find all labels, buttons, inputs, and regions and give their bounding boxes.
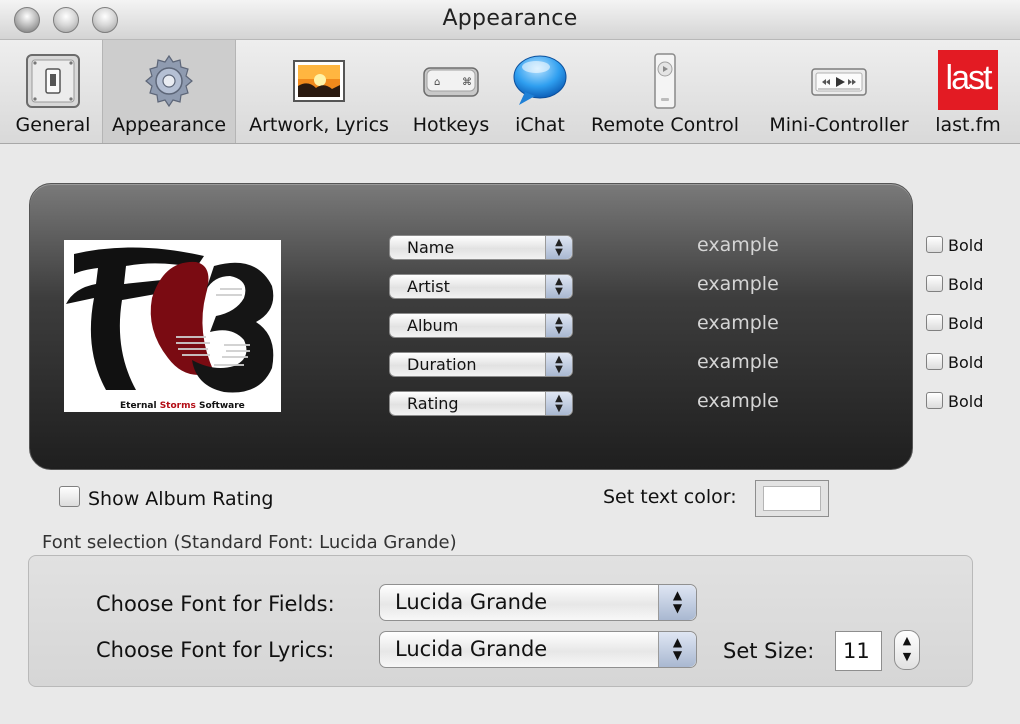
stepper-down-icon[interactable]: ▼ — [903, 650, 911, 663]
tab-general-label: General — [15, 114, 91, 136]
field-popup-2-value: Artist — [407, 277, 450, 296]
chevron-updown-icon: ▲ ▼ — [545, 236, 572, 259]
artwork-caption-software: Software — [196, 401, 245, 411]
fields-font-label: Choose Font for Fields: — [96, 592, 335, 616]
field-example-4: example — [697, 351, 779, 373]
fields-font-popup[interactable]: Lucida Grande ▲ ▼ — [379, 584, 697, 621]
tab-mini-controller[interactable]: Mini-Controller — [756, 40, 922, 143]
keyboard-icon: ⌂ ⌘ — [423, 67, 479, 97]
fields-font-value: Lucida Grande — [395, 590, 548, 614]
field-example-2: example — [697, 273, 779, 295]
tab-artwork-lyrics[interactable]: Artwork, Lyrics — [240, 40, 398, 143]
chevron-updown-icon: ▲ ▼ — [658, 585, 696, 620]
set-size-label: Set Size: — [723, 639, 815, 663]
tab-lastfm-label: last.fm — [935, 114, 1001, 136]
show-album-rating-checkbox[interactable]: Show Album Rating — [59, 486, 274, 510]
tab-artwork-lyrics-label: Artwork, Lyrics — [249, 114, 389, 136]
text-color-well[interactable] — [755, 480, 829, 517]
field-popup-3-value: Album — [407, 316, 459, 335]
mini-controller-icon — [811, 68, 867, 96]
field-popup-4-value: Duration — [407, 355, 477, 374]
artwork-icon — [293, 60, 345, 102]
tab-remote-control[interactable]: Remote Control — [580, 40, 750, 143]
bold-checkbox-3[interactable]: Bold — [926, 314, 983, 333]
bold-checkbox-4[interactable]: Bold — [926, 353, 983, 372]
svg-text:⌘: ⌘ — [462, 77, 472, 88]
set-text-color-label: Set text color: — [603, 486, 737, 508]
chevron-updown-icon: ▲ ▼ — [658, 632, 696, 667]
field-popup-2[interactable]: Artist ▲ ▼ — [389, 274, 573, 299]
chevron-updown-icon: ▲ ▼ — [545, 314, 572, 337]
switch-icon — [26, 54, 80, 108]
bold-checkbox-5[interactable]: Bold — [926, 392, 983, 411]
font-selection-label: Font selection (Standard Font: Lucida Gr… — [42, 532, 457, 553]
tab-ichat[interactable]: iChat — [504, 40, 576, 143]
lastfm-icon: last — [938, 50, 998, 110]
remote-icon — [654, 53, 676, 109]
eternal-storms-logo: Eternal Storms Software — [66, 247, 274, 411]
tab-appearance-label: Appearance — [111, 114, 227, 136]
artwork-caption-eternal: Eternal — [120, 401, 160, 411]
lastfm-logo-text: last — [945, 59, 993, 97]
speech-bubble-icon — [513, 55, 567, 105]
field-popup-1-value: Name — [407, 238, 455, 257]
field-example-5: example — [697, 390, 779, 412]
field-popup-5-value: Rating — [407, 394, 459, 413]
bold-label: Bold — [948, 275, 984, 294]
text-color-swatch — [763, 486, 821, 511]
checkbox-box[interactable] — [59, 486, 80, 507]
tab-appearance[interactable]: Appearance — [102, 40, 236, 143]
tab-ichat-label: iChat — [515, 114, 565, 136]
bold-label: Bold — [948, 236, 984, 255]
album-artwork: Eternal Storms Software — [64, 240, 281, 412]
checkbox-box[interactable] — [926, 392, 943, 409]
checkbox-box[interactable] — [926, 275, 943, 292]
field-example-3: example — [697, 312, 779, 334]
tab-hotkeys-label: Hotkeys — [412, 114, 490, 136]
chevron-updown-icon: ▲ ▼ — [545, 353, 572, 376]
chevron-updown-icon: ▲ ▼ — [545, 275, 572, 298]
chevron-updown-icon: ▲ ▼ — [545, 392, 572, 415]
lyrics-font-label: Choose Font for Lyrics: — [96, 638, 335, 662]
lyrics-font-popup[interactable]: Lucida Grande ▲ ▼ — [379, 631, 697, 668]
svg-text:Eternal Storms Software: Eternal Storms Software — [120, 401, 245, 411]
checkbox-box[interactable] — [926, 353, 943, 370]
tab-lastfm[interactable]: last last.fm — [926, 40, 1010, 143]
bold-label: Bold — [948, 353, 984, 372]
lyrics-font-value: Lucida Grande — [395, 637, 548, 661]
bold-checkbox-2[interactable]: Bold — [926, 275, 983, 294]
title-bar: Appearance — [0, 0, 1020, 40]
show-album-rating-label: Show Album Rating — [88, 488, 274, 510]
bold-label: Bold — [948, 314, 984, 333]
bold-label: Bold — [948, 392, 984, 411]
tab-hotkeys[interactable]: ⌂ ⌘ Hotkeys — [402, 40, 500, 143]
checkbox-box[interactable] — [926, 236, 943, 253]
font-size-stepper[interactable]: ▲ ▼ — [894, 630, 920, 670]
gear-icon — [145, 54, 193, 108]
field-popup-5[interactable]: Rating ▲ ▼ — [389, 391, 573, 416]
field-popup-3[interactable]: Album ▲ ▼ — [389, 313, 573, 338]
font-size-input[interactable]: 11 — [835, 631, 882, 671]
field-popup-1[interactable]: Name ▲ ▼ — [389, 235, 573, 260]
preferences-toolbar: General Appearance Artwork, Lyrics ⌂ ⌘ H… — [0, 40, 1020, 144]
tab-mini-controller-label: Mini-Controller — [769, 114, 909, 136]
field-example-1: example — [697, 234, 779, 256]
tab-general[interactable]: General — [6, 40, 100, 143]
window-title: Appearance — [442, 6, 578, 31]
stepper-up-icon[interactable]: ▲ — [903, 634, 911, 647]
bold-checkbox-1[interactable]: Bold — [926, 236, 983, 255]
checkbox-box[interactable] — [926, 314, 943, 331]
field-popup-4[interactable]: Duration ▲ ▼ — [389, 352, 573, 377]
artwork-caption-storms: Storms — [160, 401, 196, 411]
tab-remote-control-label: Remote Control — [590, 114, 740, 136]
svg-text:⌂: ⌂ — [434, 77, 440, 88]
